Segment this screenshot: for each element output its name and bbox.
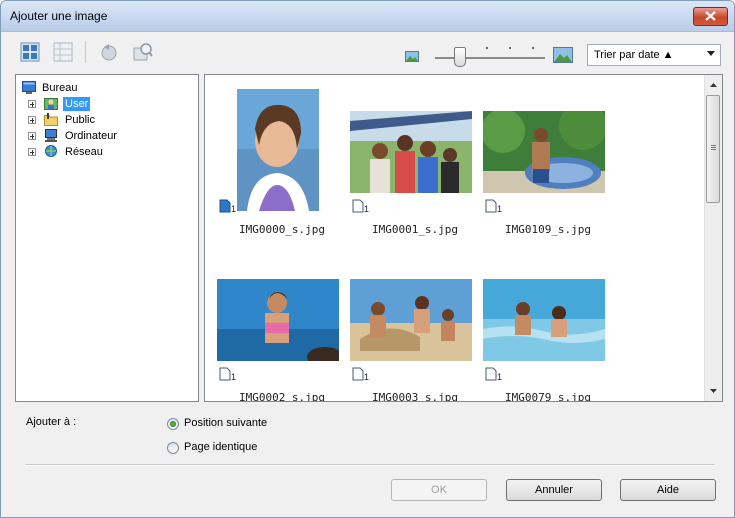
add-image-dialog: Ajouter une image Trier par date ▲ Burea… — [0, 0, 735, 518]
vertical-scrollbar[interactable] — [704, 75, 722, 401]
tree-item-ordinateur[interactable]: Ordinateur — [20, 128, 190, 144]
tree-item-label: User — [63, 97, 91, 111]
expand-toggle[interactable] — [28, 148, 36, 156]
list-view-icon[interactable] — [52, 41, 74, 63]
window-title: Ajouter une image — [10, 9, 108, 23]
radio-next-position-label[interactable]: Position suivante — [184, 417, 267, 429]
scroll-up-icon[interactable] — [709, 81, 718, 90]
network-icon — [45, 145, 57, 157]
page-icon — [219, 199, 231, 213]
radio-next-position[interactable] — [167, 418, 179, 430]
usage-count: 1 — [364, 372, 370, 382]
thumbnail-filename: IMG0002_s.jpg — [238, 391, 326, 402]
slider-track[interactable] — [435, 57, 545, 59]
tree-item-label: Ordinateur — [65, 130, 117, 142]
thumbnail-item[interactable]: 1 IMG0079_s.jpg — [483, 257, 613, 402]
scrollbar-grip — [711, 147, 716, 148]
thumbnail-item[interactable]: 1 IMG0002_s.jpg — [217, 257, 347, 402]
thumbnail-image[interactable] — [483, 279, 605, 361]
slider-tick — [509, 47, 511, 49]
usage-count: 1 — [364, 204, 370, 214]
usage-count: 1 — [231, 204, 237, 214]
thumbnail-item[interactable]: 1 IMG0003_s.jpg — [350, 257, 480, 402]
divider — [25, 464, 715, 466]
folder-icon — [44, 113, 58, 126]
thumbnail-image[interactable] — [217, 279, 339, 361]
thumbnail-filename: IMG0000_s.jpg — [238, 223, 326, 236]
zoom-icon[interactable] — [132, 41, 154, 63]
expand-toggle[interactable] — [28, 116, 36, 124]
thumbnail-image[interactable] — [350, 111, 472, 193]
thumbnail-filename: IMG0003_s.jpg — [371, 391, 459, 402]
usage-count-badge: 1 — [485, 367, 507, 383]
thumbnail-filename: IMG0079_s.jpg — [504, 391, 592, 402]
usage-count-badge: 1 — [352, 367, 374, 383]
thumbnail-image[interactable] — [350, 279, 472, 361]
usage-count-badge: 1 — [485, 199, 507, 215]
image-thumbnail-grid[interactable]: 1 IMG0000_s.jpg 1 IMG0001_s.jpg 1 IMG010… — [204, 74, 723, 402]
small-image-icon — [405, 51, 419, 62]
ok-button[interactable]: OK — [391, 479, 487, 501]
thumbnail-item[interactable]: 1 IMG0000_s.jpg — [217, 89, 347, 239]
thumbnail-view-icon[interactable] — [19, 41, 41, 63]
scrollbar-grip — [711, 145, 716, 146]
radio-same-page-label[interactable]: Page identique — [184, 441, 257, 453]
usage-count: 1 — [497, 372, 503, 382]
usage-count: 1 — [231, 372, 237, 382]
user-folder-icon — [44, 98, 58, 110]
thumbnail-item[interactable]: 1 IMG0001_s.jpg — [350, 89, 480, 239]
page-icon — [352, 367, 364, 381]
tree-item-reseau[interactable]: Réseau — [20, 144, 190, 160]
slider-tick — [486, 47, 488, 49]
usage-count: 1 — [497, 204, 503, 214]
tree-item-user[interactable]: User — [20, 96, 190, 112]
slider-thumb[interactable] — [454, 47, 466, 67]
scroll-down-icon[interactable] — [709, 386, 718, 395]
thumbnail-filename: IMG0109_s.jpg — [504, 223, 592, 236]
toolbar: Trier par date ▲ — [1, 35, 734, 71]
sort-dropdown-value: Trier par date ▲ — [594, 49, 674, 61]
usage-count-badge: 1 — [219, 199, 241, 215]
thumbnail-filename: IMG0001_s.jpg — [371, 223, 459, 236]
rotate-icon[interactable] — [98, 41, 120, 63]
tree-item-label: Réseau — [65, 146, 103, 158]
tree-item-bureau[interactable]: Bureau — [20, 80, 190, 96]
sort-dropdown[interactable]: Trier par date ▲ — [587, 44, 721, 66]
slider-tick — [532, 47, 534, 49]
page-icon — [352, 199, 364, 213]
scrollbar-thumb[interactable] — [706, 95, 720, 203]
tree-item-label: Public — [65, 114, 95, 126]
tree-item-public[interactable]: Public — [20, 112, 190, 128]
radio-same-page[interactable] — [167, 442, 179, 454]
title-bar: Ajouter une image — [1, 1, 734, 32]
close-icon — [705, 11, 716, 21]
computer-icon — [45, 129, 57, 142]
thumbnail-image[interactable] — [237, 89, 319, 211]
expand-toggle[interactable] — [28, 132, 36, 140]
thumbnail-image[interactable] — [483, 111, 605, 193]
thumbnail-size-slider[interactable] — [401, 43, 581, 69]
large-image-icon — [553, 47, 573, 63]
page-icon — [219, 367, 231, 381]
expand-toggle[interactable] — [28, 100, 36, 108]
page-icon — [485, 199, 497, 213]
usage-count-badge: 1 — [219, 367, 241, 383]
desktop-icon — [22, 81, 36, 94]
scrollbar-grip — [711, 149, 716, 150]
add-to-label: Ajouter à : — [26, 416, 77, 428]
page-icon — [485, 367, 497, 381]
chevron-down-icon — [707, 51, 715, 56]
folder-tree[interactable]: Bureau User Public Ordinateur Réseau — [15, 74, 199, 402]
tree-item-label: Bureau — [42, 82, 78, 94]
radio-selected-dot — [170, 421, 176, 427]
usage-count-badge: 1 — [352, 199, 374, 215]
thumbnail-item[interactable]: 1 IMG0109_s.jpg — [483, 89, 613, 239]
close-button[interactable] — [693, 7, 728, 26]
help-button[interactable]: Aide — [620, 479, 716, 501]
toolbar-separator — [85, 41, 86, 63]
cancel-button[interactable]: Annuler — [506, 479, 602, 501]
